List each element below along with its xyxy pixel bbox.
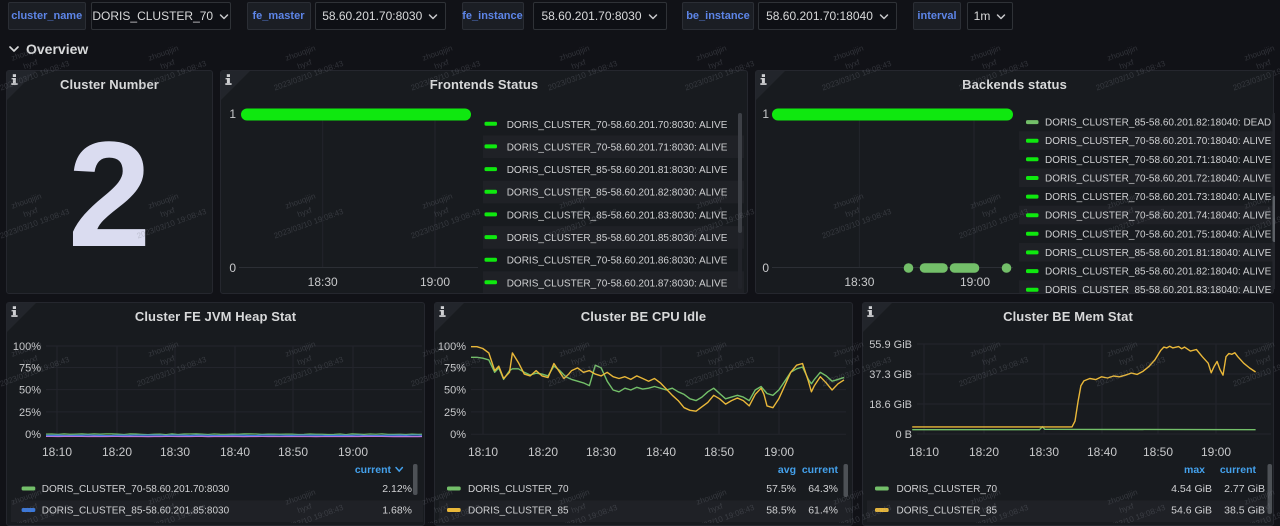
svg-text:zhouqijin: zhouqijin [421, 44, 454, 63]
svg-text:DORIS_CLUSTER_70: DORIS_CLUSTER_70 [897, 484, 998, 495]
svg-text:current: current [355, 464, 392, 476]
svg-text:zhouqijin: zhouqijin [1243, 44, 1276, 63]
svg-text:zhouqijin: zhouqijin [969, 44, 1002, 63]
svg-text:DORIS_CLUSTER_70-58.60.201.73:: DORIS_CLUSTER_70-58.60.201.73:18040: ALI… [1045, 192, 1272, 203]
svg-text:18:30: 18:30 [586, 445, 616, 459]
svg-text:75%: 75% [444, 363, 466, 375]
svg-text:DORIS_CLUSTER_70-58.60.201.72:: DORIS_CLUSTER_70-58.60.201.72:18040: ALI… [1045, 174, 1272, 185]
svg-text:DORIS_CLUSTER_70-58.60.201.70:: DORIS_CLUSTER_70-58.60.201.70:18040: ALI… [1045, 136, 1272, 147]
svg-text:100%: 100% [13, 341, 41, 353]
svg-text:19:00: 19:00 [764, 445, 794, 459]
svg-text:19:00: 19:00 [420, 275, 450, 289]
svg-text:DORIS_CLUSTER_85-58.60.201.82:: DORIS_CLUSTER_85-58.60.201.82:18040: DEA… [1045, 118, 1271, 129]
svg-text:25%: 25% [444, 407, 466, 419]
svg-text:DORIS_CLUSTER_70-58.60.201.71:: DORIS_CLUSTER_70-58.60.201.71:8030: ALIV… [507, 142, 728, 153]
svg-text:zhouqijin: zhouqijin [558, 44, 591, 63]
svg-text:DORIS_CLUSTER_70-58.60.201.86:: DORIS_CLUSTER_70-58.60.201.86:8030: ALIV… [507, 256, 728, 267]
svg-text:18:20: 18:20 [102, 445, 132, 459]
svg-text:18:30: 18:30 [160, 445, 190, 459]
svg-text:0 B: 0 B [895, 429, 912, 441]
svg-text:37.3 GiB: 37.3 GiB [869, 369, 912, 381]
svg-text:18:50: 18:50 [1143, 445, 1173, 459]
svg-text:DORIS_CLUSTER_70-58.60.201.75:: DORIS_CLUSTER_70-58.60.201.75:18040: ALI… [1045, 229, 1272, 240]
svg-text:18:30: 18:30 [844, 275, 874, 289]
svg-text:50%: 50% [444, 385, 466, 397]
svg-text:55.9 GiB: 55.9 GiB [869, 339, 912, 351]
svg-text:38.5 GiB: 38.5 GiB [1224, 505, 1265, 517]
svg-text:1.68%: 1.68% [382, 505, 412, 517]
svg-text:64.3%: 64.3% [808, 483, 838, 495]
svg-text:54.6 GiB: 54.6 GiB [1171, 505, 1212, 517]
svg-text:18:40: 18:40 [1087, 445, 1117, 459]
svg-text:1: 1 [762, 107, 769, 121]
svg-text:18:10: 18:10 [909, 445, 939, 459]
svg-text:25%: 25% [19, 407, 41, 419]
svg-text:18:50: 18:50 [704, 445, 734, 459]
svg-text:18:50: 18:50 [278, 445, 308, 459]
svg-text:DORIS_CLUSTER_85-58.60.201.85:: DORIS_CLUSTER_85-58.60.201.85:8030 [42, 506, 230, 517]
svg-text:DORIS_CLUSTER_70-58.60.201.87:: DORIS_CLUSTER_70-58.60.201.87:8030: ALIV… [507, 278, 728, 289]
svg-text:19:00: 19:00 [1201, 445, 1231, 459]
svg-text:0: 0 [762, 261, 769, 275]
svg-text:0: 0 [229, 261, 236, 275]
svg-text:0%: 0% [450, 429, 466, 441]
svg-text:zhouqijin: zhouqijin [284, 44, 317, 63]
svg-text:58.5%: 58.5% [766, 505, 796, 517]
svg-text:18:40: 18:40 [220, 445, 250, 459]
svg-text:18.6 GiB: 18.6 GiB [869, 399, 912, 411]
svg-text:DORIS_CLUSTER_85: DORIS_CLUSTER_85 [897, 506, 998, 517]
svg-text:2.12%: 2.12% [382, 483, 412, 495]
svg-text:18:40: 18:40 [646, 445, 676, 459]
svg-text:1: 1 [229, 107, 236, 121]
svg-text:4.54 GiB: 4.54 GiB [1171, 483, 1212, 495]
svg-text:current: current [802, 464, 839, 476]
svg-text:61.4%: 61.4% [808, 505, 838, 517]
svg-text:18:10: 18:10 [468, 445, 498, 459]
svg-text:DORIS_CLUSTER_85-58.60.201.81:: DORIS_CLUSTER_85-58.60.201.81:18040: ALI… [1045, 248, 1272, 259]
svg-text:DORIS_CLUSTER_85-58.60.201.82:: DORIS_CLUSTER_85-58.60.201.82:18040: ALI… [1045, 267, 1272, 278]
svg-text:75%: 75% [19, 363, 41, 375]
svg-text:zhouqijin: zhouqijin [695, 44, 728, 63]
svg-text:18:30: 18:30 [1029, 445, 1059, 459]
svg-text:2.77 GiB: 2.77 GiB [1224, 483, 1265, 495]
svg-text:DORIS_CLUSTER_85-58.60.201.83:: DORIS_CLUSTER_85-58.60.201.83:8030: ALIV… [507, 210, 728, 221]
svg-text:DORIS_CLUSTER_85-58.60.201.82:: DORIS_CLUSTER_85-58.60.201.82:8030: ALIV… [507, 188, 728, 199]
svg-text:100%: 100% [438, 341, 466, 353]
svg-text:18:20: 18:20 [969, 445, 999, 459]
svg-text:19:00: 19:00 [960, 275, 990, 289]
svg-text:DORIS_CLUSTER_85-58.60.201.81:: DORIS_CLUSTER_85-58.60.201.81:8030: ALIV… [507, 165, 728, 176]
svg-text:current: current [1220, 464, 1257, 476]
svg-text:0%: 0% [25, 429, 41, 441]
svg-text:DORIS_CLUSTER_70-58.60.201.70:: DORIS_CLUSTER_70-58.60.201.70:8030: ALIV… [507, 120, 728, 131]
svg-text:DORIS_CLUSTER_85-58.60.201.83:: DORIS_CLUSTER_85-58.60.201.83:18040: ALI… [1045, 285, 1272, 293]
svg-text:DORIS_CLUSTER_70: DORIS_CLUSTER_70 [468, 484, 569, 495]
svg-text:DORIS_CLUSTER_85: DORIS_CLUSTER_85 [468, 506, 569, 517]
svg-text:50%: 50% [19, 385, 41, 397]
svg-text:DORIS_CLUSTER_70-58.60.201.70:: DORIS_CLUSTER_70-58.60.201.70:8030 [42, 484, 230, 495]
svg-text:DORIS_CLUSTER_70-58.60.201.74:: DORIS_CLUSTER_70-58.60.201.74:18040: ALI… [1045, 211, 1272, 222]
svg-text:max: max [1184, 464, 1205, 476]
svg-text:DORIS_CLUSTER_85-58.60.201.85:: DORIS_CLUSTER_85-58.60.201.85:8030: ALIV… [507, 233, 728, 244]
svg-text:avg: avg [778, 464, 796, 476]
svg-text:18:10: 18:10 [42, 445, 72, 459]
svg-text:zhouqijin: zhouqijin [1106, 44, 1139, 63]
svg-text:18:20: 18:20 [528, 445, 558, 459]
svg-text:zhouqijin: zhouqijin [832, 44, 865, 63]
svg-text:57.5%: 57.5% [766, 483, 796, 495]
svg-text:18:30: 18:30 [308, 275, 338, 289]
svg-text:19:00: 19:00 [338, 445, 368, 459]
svg-text:DORIS_CLUSTER_70-58.60.201.71:: DORIS_CLUSTER_70-58.60.201.71:18040: ALI… [1045, 155, 1272, 166]
